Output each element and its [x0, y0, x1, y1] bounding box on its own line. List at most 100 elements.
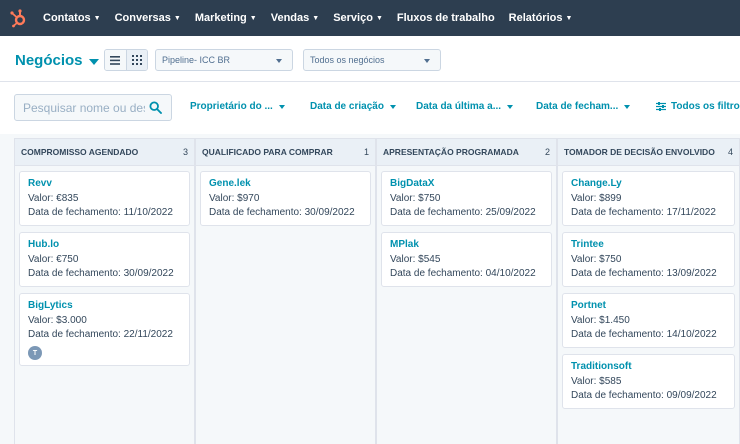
nav-marketing[interactable]: Marketing ▼: [188, 0, 264, 36]
deal-close-line: Data de fechamento: 30/09/2022: [28, 267, 181, 281]
page-title: Negócios: [15, 52, 83, 69]
deal-value: €835: [56, 193, 79, 204]
deal-close-line: Data de fechamento: 30/09/2022: [209, 206, 362, 220]
chevron-down-icon: ▼: [375, 14, 383, 22]
deal-value-line: Valor: $1.450: [571, 314, 726, 328]
deal-value: $3.000: [56, 315, 87, 326]
filter-label: Data da última a...: [416, 101, 502, 112]
deal-card[interactable]: Portnet Valor: $1.450 Data de fechamento…: [562, 293, 735, 348]
deal-card[interactable]: MPlak Valor: $545 Data de fechamento: 04…: [381, 232, 552, 287]
nav-contatos[interactable]: Contatos ▼: [36, 0, 108, 36]
deal-name[interactable]: BigLytics: [28, 300, 181, 311]
deal-card[interactable]: Revv Valor: €835 Data de fechamento: 11/…: [19, 171, 190, 226]
deal-card[interactable]: BigDataX Valor: $750 Data de fechamento:…: [381, 171, 552, 226]
column-title: APRESENTAÇÃO PROGRAMADA: [383, 147, 519, 157]
deal-card[interactable]: Traditionsoft Valor: $585 Data de fecham…: [562, 354, 735, 409]
deal-name[interactable]: Trintee: [571, 239, 726, 250]
nav-label: Conversas: [114, 12, 171, 24]
board-column: TOMADOR DE DECISÃO ENVOLVIDO 4 Change.Ly…: [557, 138, 740, 444]
column-title: COMPROMISSO AGENDADO: [21, 147, 139, 157]
pipeline-select-value: Pipeline- ICC BR: [162, 55, 231, 65]
deals-filter-select[interactable]: Todos os negócios: [303, 49, 441, 71]
column-header: COMPROMISSO AGENDADO 3: [15, 138, 194, 166]
deal-value: $750: [599, 254, 622, 265]
deal-card[interactable]: BigLytics Valor: $3.000 Data de fechamen…: [19, 293, 190, 366]
search-box: [14, 94, 172, 121]
deal-value-line: Valor: €835: [28, 192, 181, 206]
hubspot-logo-icon[interactable]: [0, 0, 36, 36]
filter-label: Data de criação: [310, 101, 384, 112]
caret-down-icon: [424, 59, 430, 63]
deal-name[interactable]: Gene.lek: [209, 178, 362, 189]
all-filters-button[interactable]: Todos os filtros: [656, 101, 740, 112]
deal-card[interactable]: Change.Ly Valor: $899 Data de fechamento…: [562, 171, 735, 226]
deal-name[interactable]: Revv: [28, 178, 181, 189]
deal-value: $899: [599, 193, 622, 204]
deal-card[interactable]: Trintee Valor: $750 Data de fechamento: …: [562, 232, 735, 287]
deal-value-line: Valor: $3.000: [28, 314, 181, 328]
page-title-dropdown[interactable]: Negócios: [15, 52, 99, 69]
filter-last-activity[interactable]: Data da última a...: [416, 101, 514, 112]
deal-name[interactable]: BigDataX: [390, 178, 543, 189]
deal-card[interactable]: Gene.lek Valor: $970 Data de fechamento:…: [200, 171, 371, 226]
deal-close-date: 17/11/2022: [666, 207, 716, 218]
deal-close-date: 09/09/2022: [666, 390, 717, 401]
filter-owner[interactable]: Proprietário do ...: [190, 101, 285, 112]
value-label: Valor:: [390, 193, 416, 204]
deal-card[interactable]: Hub.lo Valor: €750 Data de fechamento: 3…: [19, 232, 190, 287]
deal-close-line: Data de fechamento: 13/09/2022: [571, 267, 726, 281]
deal-close-line: Data de fechamento: 22/11/2022: [28, 328, 181, 342]
deal-name[interactable]: Change.Ly: [571, 178, 726, 189]
caret-down-icon: [88, 58, 99, 65]
deal-close-date: 04/10/2022: [485, 268, 536, 279]
deal-name[interactable]: MPlak: [390, 239, 543, 250]
deal-close-date: 22/11/2022: [123, 329, 173, 340]
column-count: 3: [182, 147, 188, 157]
deal-name[interactable]: Hub.lo: [28, 239, 181, 250]
nav-label: Contatos: [43, 12, 91, 24]
nav-label: Serviço: [333, 12, 373, 24]
chevron-down-icon: ▼: [312, 14, 320, 22]
pipeline-select[interactable]: Pipeline- ICC BR: [155, 49, 293, 71]
nav-conversas[interactable]: Conversas ▼: [108, 0, 188, 36]
close-date-label: Data de fechamento:: [28, 268, 121, 279]
close-date-label: Data de fechamento:: [28, 329, 121, 340]
list-icon: [110, 55, 121, 65]
board-view-button[interactable]: [125, 50, 147, 70]
deal-value: €750: [56, 254, 79, 265]
list-view-button[interactable]: [105, 50, 126, 70]
caret-down-icon: [389, 104, 396, 109]
filter-label: Todos os filtros: [671, 101, 740, 112]
search-icon[interactable]: [149, 101, 162, 114]
nav-vendas[interactable]: Vendas ▼: [264, 0, 326, 36]
filter-close-date[interactable]: Data de fecham...: [536, 101, 631, 112]
deal-close-line: Data de fechamento: 14/10/2022: [571, 328, 726, 342]
top-navigation-bar: Contatos ▼ Conversas ▼ Marketing ▼ Vendas ▼ …: [0, 0, 740, 36]
view-toggle: [104, 49, 148, 71]
caret-down-icon: [624, 104, 631, 109]
nav-label: Marketing: [194, 12, 247, 24]
nav-relatorios[interactable]: Relatórios ▼: [502, 0, 580, 36]
deal-name[interactable]: Traditionsoft: [571, 361, 726, 372]
nav-servico[interactable]: Serviço ▼: [326, 0, 390, 36]
value-label: Valor:: [571, 254, 597, 265]
owner-avatar[interactable]: T: [28, 346, 42, 360]
filter-created-date[interactable]: Data de criação: [310, 101, 396, 112]
close-date-label: Data de fechamento:: [571, 390, 664, 401]
close-date-label: Data de fechamento:: [571, 207, 664, 218]
deal-value-line: Valor: $545: [390, 253, 543, 267]
deal-name[interactable]: Portnet: [571, 300, 726, 311]
deal-close-line: Data de fechamento: 11/10/2022: [28, 206, 181, 220]
close-date-label: Data de fechamento:: [28, 207, 121, 218]
deal-close-line: Data de fechamento: 04/10/2022: [390, 267, 543, 281]
deal-close-date: 30/09/2022: [304, 207, 355, 218]
caret-down-icon: [278, 104, 285, 109]
value-label: Valor:: [28, 193, 54, 204]
search-input[interactable]: [23, 100, 145, 115]
deal-close-date: 11/10/2022: [123, 207, 173, 218]
column-count: 4: [727, 147, 733, 157]
deal-close-date: 25/09/2022: [485, 207, 536, 218]
deal-value-line: Valor: $750: [390, 192, 543, 206]
close-date-label: Data de fechamento:: [209, 207, 302, 218]
nav-fluxos-de-trabalho[interactable]: Fluxos de trabalho: [390, 0, 502, 36]
